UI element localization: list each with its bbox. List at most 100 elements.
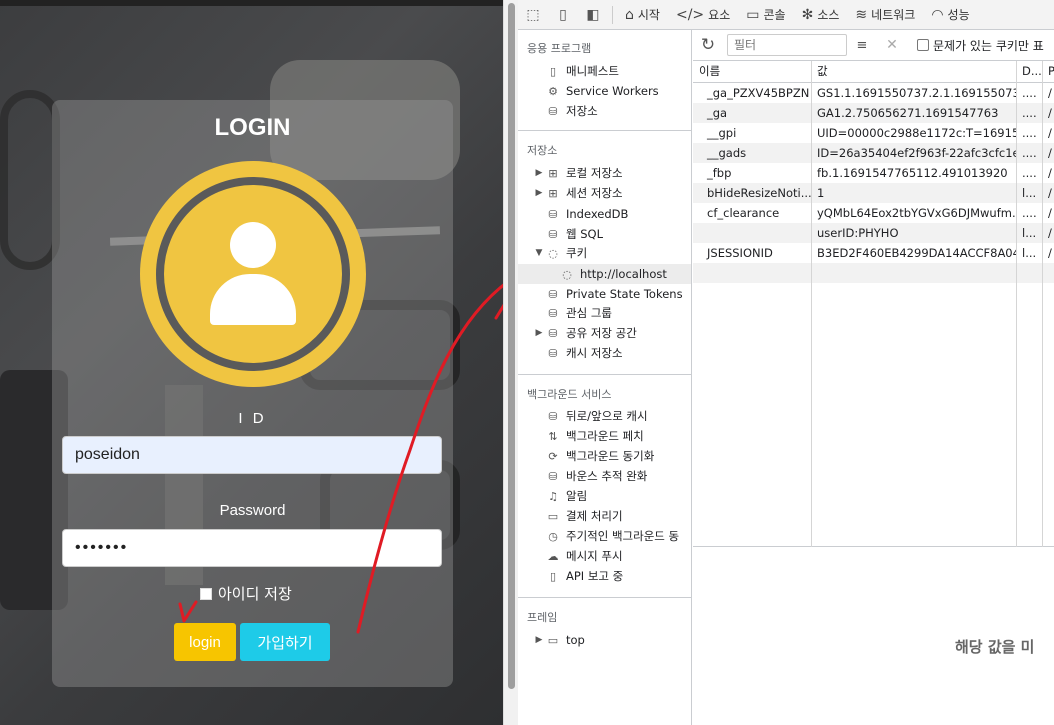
up-down-arrows-icon: ⇅ xyxy=(548,429,558,443)
expand-arrow-icon[interactable]: ▶ xyxy=(532,168,546,178)
sidebar-item-local-storage[interactable]: ▶ ⊞ 로컬 저장소 xyxy=(518,163,691,183)
devtools-panel: ⬚ ▯ ◧ ⌂ 시작 </> 요소 ▭ 콘솔 ✻ 소스 ≋ 네트워크 ◠ 성능 응용 프로그… xyxy=(518,0,1054,725)
column-header-domain[interactable]: D... xyxy=(1016,61,1042,81)
only-issues-checkbox[interactable] xyxy=(917,39,929,51)
tab-elements[interactable]: </> 요소 xyxy=(668,0,738,30)
sidebar-item-cache-storage[interactable]: ⛁ 캐시 저장소 xyxy=(518,343,691,363)
tab-performance-label: 성능 xyxy=(947,8,970,22)
cookie-icon: ◌ xyxy=(562,267,572,281)
home-icon: ⌂ xyxy=(625,6,634,23)
sidebar-item-notifications[interactable]: ♫ 알림 xyxy=(518,486,691,506)
database-icon: ⛁ xyxy=(548,469,558,483)
table-row[interactable]: _fbp fb.1.1691547765112.491013920.... / xyxy=(693,163,1054,183)
cell-domain: l... xyxy=(1022,186,1037,200)
filter-input[interactable] xyxy=(727,34,847,56)
console-icon: ▭ xyxy=(746,6,760,23)
table-row[interactable]: _ga_PZXV45BPZN GS1.1.1691550737.2.1.16915… xyxy=(693,83,1054,103)
user-avatar-icon xyxy=(140,161,366,387)
table-row[interactable]: bHideResizeNoti... 1 l... / xyxy=(693,183,1054,203)
table-row[interactable]: cf_clearance yQMbL64Eox2tbYGVxG6DJMwufm..… xyxy=(693,203,1054,223)
sidebar-item-indexeddb[interactable]: ⛁ IndexedDB xyxy=(518,204,691,224)
column-header-name[interactable]: 이름 xyxy=(693,61,811,81)
tab-elements-label: 요소 xyxy=(708,8,731,22)
sidebar-item-service-workers[interactable]: ⚙ Service Workers xyxy=(518,81,691,101)
database-icon: ⛁ xyxy=(548,409,558,423)
sidebar-item-periodic-sync[interactable]: ◷ 주기적인 백그라운드 동 xyxy=(518,526,691,546)
sidebar-item-bg-fetch[interactable]: ⇅ 백그라운드 페치 xyxy=(518,426,691,446)
cloud-icon: ☁ xyxy=(547,549,559,563)
tab-sources-label: 소스 xyxy=(817,8,840,22)
remember-id[interactable]: 아이디 저장 xyxy=(200,583,292,604)
sidebar-item-label: 로컬 저장소 xyxy=(566,166,623,180)
cell-name: bHideResizeNoti... xyxy=(707,186,811,200)
collapse-arrow-icon[interactable]: ▼ xyxy=(532,248,546,258)
tab-sources[interactable]: ✻ 소스 xyxy=(794,0,848,30)
delete-selected-icon[interactable]: ✕ xyxy=(877,30,907,60)
cell-value: B3ED2F460EB4299DA14ACCF8A044... xyxy=(817,246,1016,260)
sidebar-item-manifest[interactable]: ▯ 매니페스트 xyxy=(518,61,691,81)
tab-network[interactable]: ≋ 네트워크 xyxy=(847,0,923,30)
only-issues-label: 문제가 있는 쿠키만 표 xyxy=(933,38,1044,53)
sidebar-item-push-messaging[interactable]: ☁ 메시지 푸시 xyxy=(518,546,691,566)
refresh-icon[interactable]: ↻ xyxy=(693,30,723,60)
database-icon: ⛁ xyxy=(548,346,558,360)
sidebar-item-label: 메시지 푸시 xyxy=(566,549,623,563)
tab-console[interactable]: ▭ 콘솔 xyxy=(738,0,793,30)
sidebar-divider xyxy=(518,597,691,598)
devtools-toolbar: ⬚ ▯ ◧ ⌂ 시작 </> 요소 ▭ 콘솔 ✻ 소스 ≋ 네트워크 ◠ 성능 xyxy=(518,0,1054,30)
table-row[interactable]: JSESSIONID B3ED2F460EB4299DA14ACCF8A044..… xyxy=(693,243,1054,263)
sidebar-item-cookies[interactable]: ▼ ◌ 쿠키 xyxy=(518,243,691,263)
page-scrollbar[interactable] xyxy=(503,0,518,725)
sidebar-item-reporting-api[interactable]: ▯ API 보고 중 xyxy=(518,566,691,586)
expand-arrow-icon[interactable]: ▶ xyxy=(532,188,546,198)
cell-value: 1 xyxy=(817,186,825,200)
table-row[interactable]: userID:PHYHO l... / xyxy=(693,223,1054,243)
value-preview-placeholder: 해당 값을 미 xyxy=(955,638,1035,656)
login-button[interactable]: login xyxy=(174,623,236,661)
table-row[interactable]: __gads ID=26a35404ef2f963f-22afc3cfc1e2..… xyxy=(693,143,1054,163)
sidebar-item-label: 백그라운드 동기화 xyxy=(566,449,655,463)
remember-id-checkbox[interactable] xyxy=(200,587,212,600)
sidebar-item-payment-handler[interactable]: ▭ 결제 처리기 xyxy=(518,506,691,526)
toolbar-divider xyxy=(612,5,613,24)
expand-arrow-icon[interactable]: ▶ xyxy=(532,635,546,645)
sidebar-item-bounce-tracking[interactable]: ⛁ 바운스 추적 완화 xyxy=(518,466,691,486)
tab-performance[interactable]: ◠ 성능 xyxy=(923,0,977,30)
sidebar-item-bg-sync[interactable]: ⟳ 백그라운드 동기화 xyxy=(518,446,691,466)
column-header-value[interactable]: 값 xyxy=(811,61,1016,81)
login-card: LOGIN I D poseidon Password ••••••• 아이디 … xyxy=(52,100,453,687)
sidebar-item-interest-groups[interactable]: ⛁ 관심 그룹 xyxy=(518,303,691,323)
cell-value: userID:PHYHO xyxy=(817,226,899,240)
sidebar-item-frame-top[interactable]: ▶ ▭ top xyxy=(518,630,691,650)
sidebar-item-bfcache[interactable]: ⛁ 뒤로/앞으로 캐시 xyxy=(518,406,691,426)
sidebar-item-shared-storage[interactable]: ▶ ⛁ 공유 저장 공간 xyxy=(518,323,691,343)
password-input[interactable]: ••••••• xyxy=(62,529,442,567)
sidebar-item-private-state-tokens[interactable]: ⛁ Private State Tokens xyxy=(518,284,691,304)
sidebar-item-label: Service Workers xyxy=(566,84,659,98)
inspect-icon[interactable]: ⬚ xyxy=(518,0,548,30)
sidebar-item-web-sql[interactable]: ⛁ 웹 SQL xyxy=(518,224,691,244)
cell-value: GA1.2.750656271.1691547763 xyxy=(817,106,999,120)
clear-all-icon[interactable]: ≡ xyxy=(847,30,877,60)
gear-icon: ⚙ xyxy=(548,84,558,98)
column-divider xyxy=(1016,61,1017,547)
column-header-path[interactable]: P xyxy=(1042,61,1054,81)
tab-welcome[interactable]: ⌂ 시작 xyxy=(617,0,668,30)
join-button[interactable]: 가입하기 xyxy=(240,623,330,661)
dock-icon[interactable]: ◧ xyxy=(578,0,608,30)
page-scrollbar-thumb[interactable] xyxy=(508,3,515,689)
expand-arrow-icon[interactable]: ▶ xyxy=(532,328,546,338)
device-toggle-icon[interactable]: ▯ xyxy=(548,0,578,30)
cell-path: / xyxy=(1048,106,1052,120)
sidebar-item-cookie-localhost[interactable]: ◌ http://localhost xyxy=(518,264,691,284)
table-row[interactable]: __gpi UID=00000c2988e1172c:T=169154......… xyxy=(693,123,1054,143)
cell-name: cf_clearance xyxy=(707,206,780,220)
id-input[interactable]: poseidon xyxy=(62,436,442,474)
section-application: 응용 프로그램 xyxy=(527,42,592,55)
application-sidebar: 응용 프로그램 ▯ 매니페스트 ⚙ Service Workers ⛁ 저장소 저장소… xyxy=(518,30,692,725)
table-row[interactable]: _ga GA1.2.750656271.1691547763.... / xyxy=(693,103,1054,123)
sidebar-item-session-storage[interactable]: ▶ ⊞ 세션 저장소 xyxy=(518,183,691,203)
sidebar-item-label: 공유 저장 공간 xyxy=(566,326,637,340)
sidebar-item-storage[interactable]: ⛁ 저장소 xyxy=(518,101,691,121)
only-issues-toggle[interactable]: 문제가 있는 쿠키만 표 xyxy=(917,37,1044,54)
